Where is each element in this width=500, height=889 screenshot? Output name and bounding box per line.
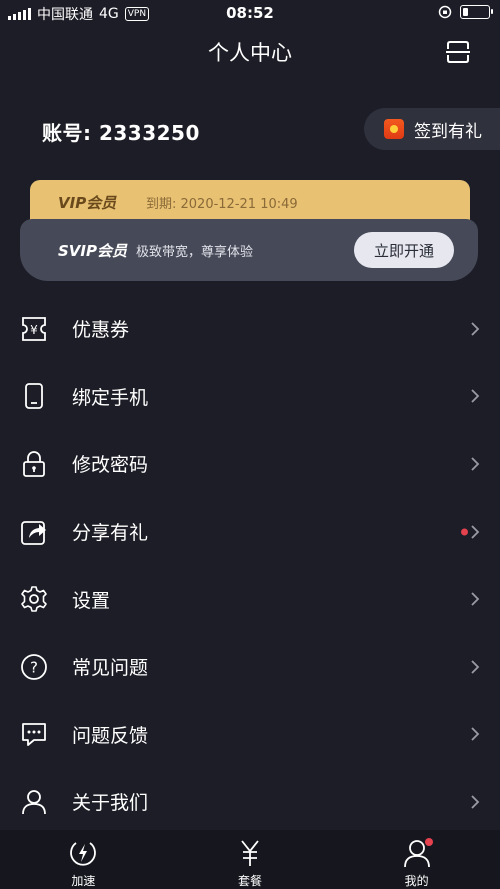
- menu-item-change-password[interactable]: 修改密码: [0, 430, 500, 498]
- notification-dot: [461, 528, 468, 536]
- status-right: [438, 5, 493, 19]
- share-icon: [21, 520, 46, 545]
- tab-label: 套餐: [238, 874, 263, 888]
- svip-card: SVIP会员 极致带宽，尊享体验 立即开通: [20, 219, 478, 281]
- menu-label: 问题反馈: [72, 724, 149, 747]
- chevron-right-icon: [471, 727, 480, 741]
- feedback-icon: [22, 723, 46, 747]
- page-title: 个人中心: [208, 41, 292, 65]
- chevron-right-icon: [471, 524, 480, 539]
- status-bar: 中国联通 4G VPN 08:52: [0, 0, 500, 26]
- orientation-lock-icon: [438, 5, 452, 19]
- svg-text:?: ?: [30, 658, 38, 676]
- chevron-right-icon: [471, 795, 480, 809]
- tab-plan[interactable]: 套餐: [167, 830, 334, 889]
- menu-item-share[interactable]: 分享有礼: [0, 498, 500, 566]
- status-time: 08:52: [226, 4, 274, 22]
- signin-label: 签到有礼: [414, 121, 482, 142]
- menu-label: 优惠券: [72, 319, 130, 342]
- menu-label: 绑定手机: [72, 386, 149, 409]
- account-number: 账号: 2333250: [42, 121, 200, 145]
- speed-icon: [70, 842, 97, 866]
- svip-title: SVIP会员: [58, 242, 127, 260]
- lock-icon: [23, 451, 45, 477]
- user-icon: [22, 790, 46, 814]
- phone-icon: [25, 383, 43, 410]
- notification-dot: [424, 838, 433, 846]
- battery-icon: [460, 5, 493, 19]
- menu-label: 设置: [72, 589, 111, 612]
- menu-label: 常见问题: [72, 657, 149, 680]
- menu-label: 分享有礼: [72, 522, 149, 545]
- signin-button[interactable]: 签到有礼: [364, 108, 500, 150]
- menu-item-bind-phone[interactable]: 绑定手机: [0, 363, 500, 431]
- menu-item-feedback[interactable]: 问题反馈: [0, 701, 500, 769]
- chevron-right-icon: [471, 389, 480, 404]
- question-icon: ?: [21, 653, 47, 680]
- svg-text:¥: ¥: [30, 323, 38, 337]
- menu-item-coupon[interactable]: ¥ 优惠券: [0, 295, 500, 363]
- tab-mine[interactable]: 我的: [333, 830, 500, 889]
- chevron-right-icon: [471, 592, 480, 606]
- menu-item-settings[interactable]: 设置: [0, 565, 500, 633]
- open-svip-button[interactable]: 立即开通: [354, 232, 454, 268]
- chevron-right-icon: [471, 457, 480, 471]
- vip-title: VIP会员: [58, 194, 117, 212]
- coupon-icon: ¥: [22, 316, 46, 341]
- menu-label: 关于我们: [72, 792, 149, 815]
- tab-label: 加速: [71, 874, 96, 888]
- tab-speed[interactable]: 加速: [0, 830, 167, 889]
- scan-icon[interactable]: [446, 41, 470, 63]
- vip-expiry: 到期: 2020-12-21 10:49: [146, 197, 298, 212]
- tab-label: 我的: [404, 874, 429, 888]
- tab-bar: 加速 套餐 我的: [0, 830, 500, 889]
- chevron-right-icon: [471, 660, 480, 674]
- red-envelope-icon: [384, 119, 404, 139]
- svip-description: 极致带宽，尊享体验: [136, 245, 254, 260]
- menu-list: ¥ 优惠券 绑定手机 修改密码 分享有礼 设置 ? 常见问题 问题反馈 关于我们: [0, 295, 500, 836]
- menu-item-faq[interactable]: ? 常见问题: [0, 633, 500, 701]
- menu-item-about[interactable]: 关于我们: [0, 768, 500, 836]
- yuan-icon: [241, 840, 259, 866]
- chevron-right-icon: [471, 322, 480, 336]
- gear-icon: [21, 586, 47, 612]
- menu-label: 修改密码: [72, 454, 149, 477]
